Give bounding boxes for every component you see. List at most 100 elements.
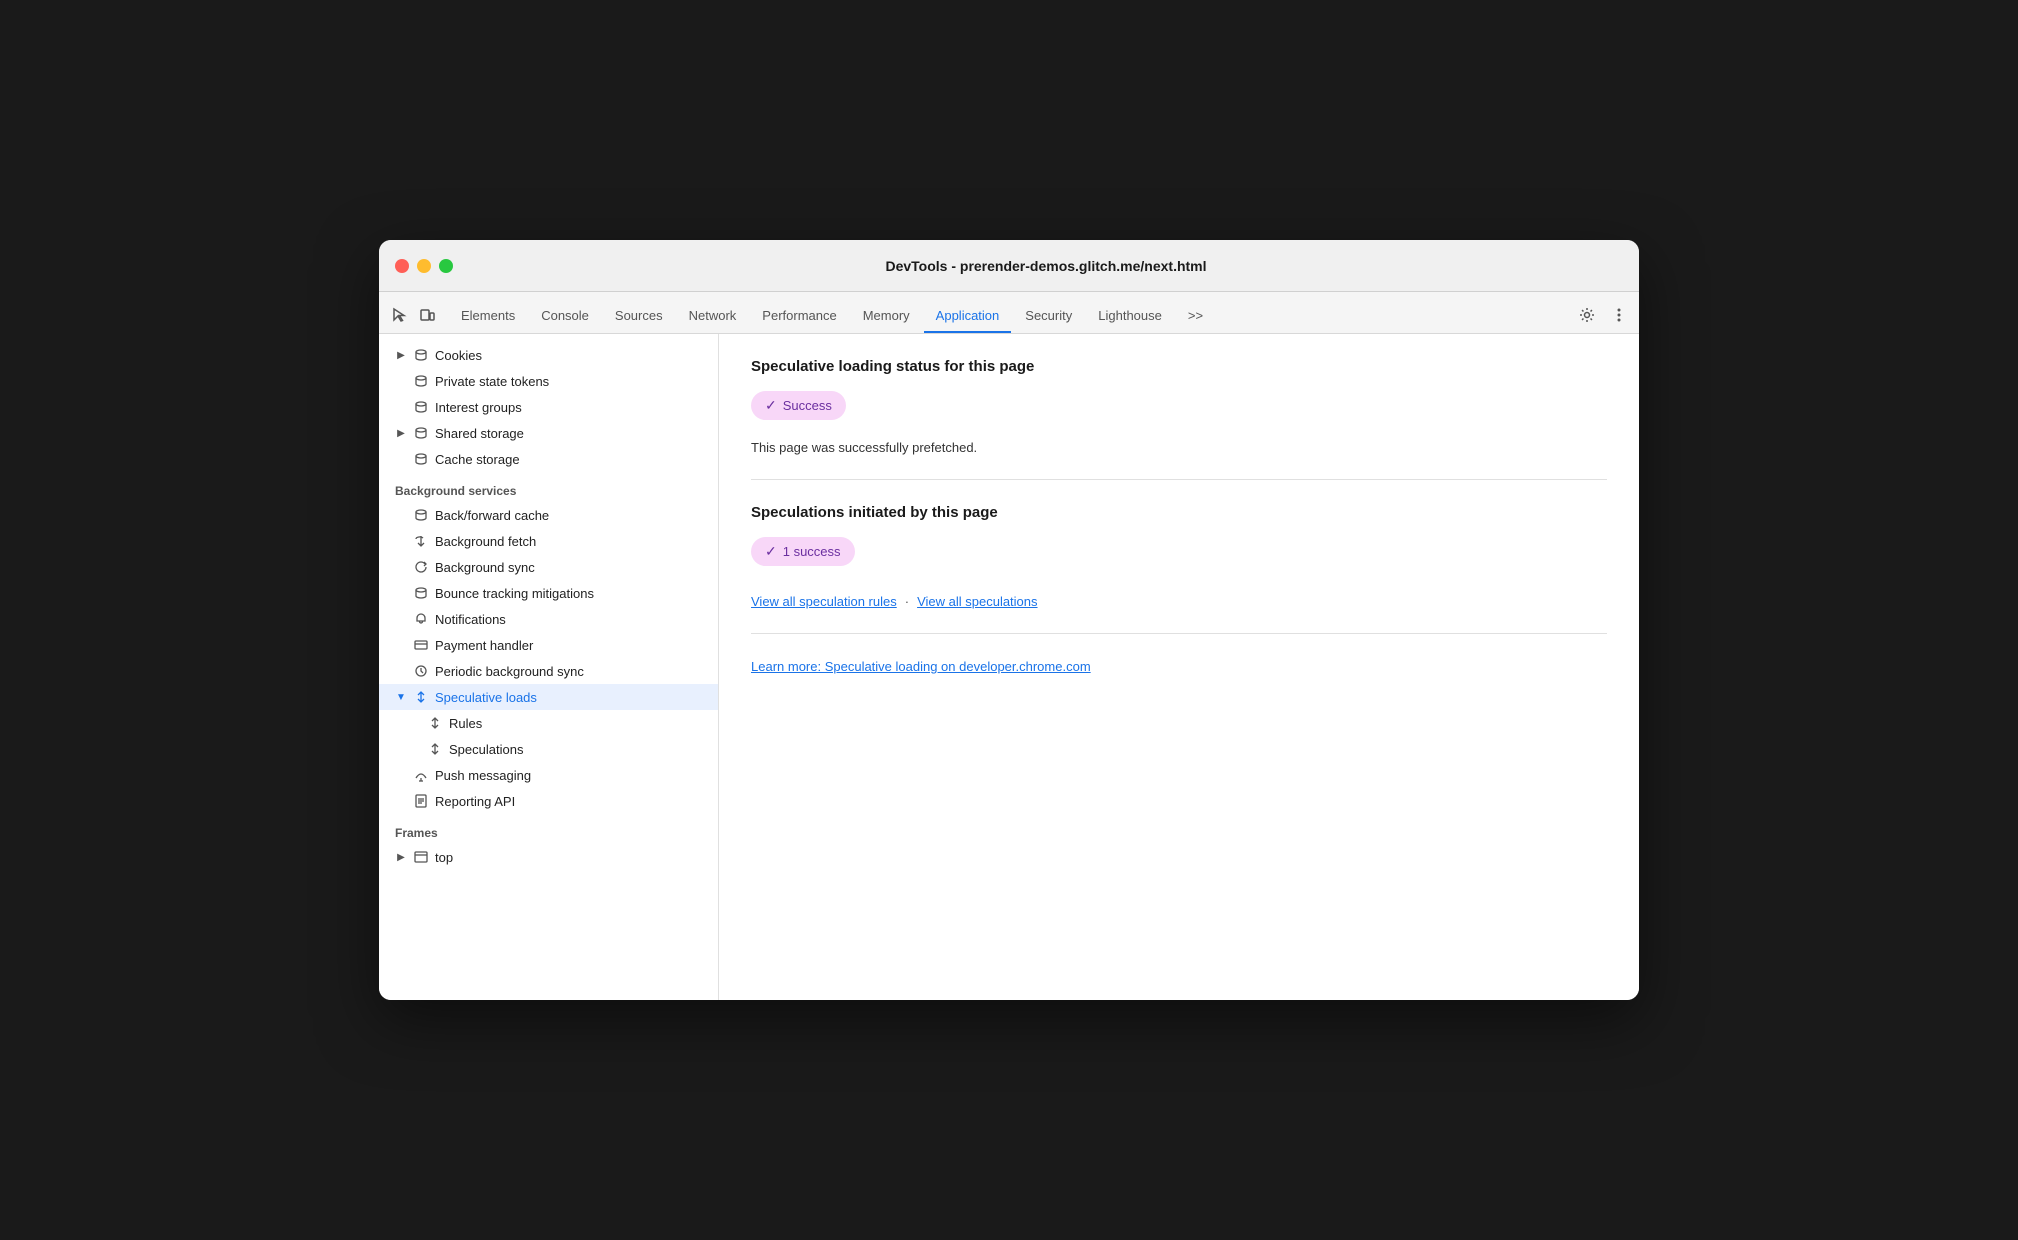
maximize-button[interactable] [439,259,453,273]
frames-label: Frames [379,814,718,844]
notifications-icon [413,611,429,627]
shared-storage-label: Shared storage [435,426,524,441]
background-sync-icon [413,559,429,575]
tab-tool-icons [387,303,439,333]
back-forward-icon [413,507,429,523]
success-badge: ✓ Success [751,391,846,420]
sidebar-item-periodic-background-sync[interactable]: ▶ Periodic background sync [379,658,718,684]
minimize-button[interactable] [417,259,431,273]
sidebar-item-speculative-loads[interactable]: ▼ Speculative loads [379,684,718,710]
speculative-loads-arrow-icon: ▼ [395,691,407,703]
select-element-icon[interactable] [387,303,411,327]
sidebar-item-cookies[interactable]: ▶ Cookies [379,342,718,368]
sidebar-item-rules[interactable]: Rules [379,710,718,736]
sidebar-item-reporting-api[interactable]: ▶ Reporting API [379,788,718,814]
tab-elements[interactable]: Elements [449,300,527,333]
learn-more-section: Learn more: Speculative loading on devel… [751,658,1607,700]
view-all-speculation-rules-link[interactable]: View all speculation rules [751,594,897,609]
sidebar-item-cache-storage[interactable]: ▶ Cache storage [379,446,718,472]
tab-network[interactable]: Network [677,300,749,333]
speculative-loads-label: Speculative loads [435,690,537,705]
rules-label: Rules [449,716,482,731]
interest-groups-label: Interest groups [435,400,522,415]
panel: Speculative loading status for this page… [719,334,1639,1000]
notifications-label: Notifications [435,612,506,627]
frame-icon [413,849,429,865]
cache-storage-icon [413,451,429,467]
tab-more[interactable]: >> [1176,300,1215,333]
rules-icon [427,715,443,731]
main-content: ▶ Cookies ▶ Private st [379,334,1639,1000]
device-toolbar-icon[interactable] [415,303,439,327]
background-fetch-icon [413,533,429,549]
section1-title: Speculative loading status for this page [751,358,1607,375]
cookies-label: Cookies [435,348,482,363]
reporting-api-label: Reporting API [435,794,515,809]
sidebar: ▶ Cookies ▶ Private st [379,334,719,1000]
sidebar-item-back-forward-cache[interactable]: ▶ Back/forward cache [379,502,718,528]
sidebar-item-payment-handler[interactable]: ▶ Payment handler [379,632,718,658]
devtools-window: DevTools - prerender-demos.glitch.me/nex… [379,240,1639,1000]
sidebar-item-background-fetch[interactable]: ▶ Background fetch [379,528,718,554]
top-arrow-icon: ▶ [395,851,407,863]
private-state-label: Private state tokens [435,374,549,389]
tab-console[interactable]: Console [529,300,601,333]
tab-sources[interactable]: Sources [603,300,675,333]
titlebar: DevTools - prerender-demos.glitch.me/nex… [379,240,1639,292]
background-fetch-label: Background fetch [435,534,536,549]
tab-memory[interactable]: Memory [851,300,922,333]
sidebar-item-notifications[interactable]: ▶ Notifications [379,606,718,632]
shared-storage-arrow-icon: ▶ [395,427,407,439]
success-badge-label: Success [783,398,832,413]
background-services-label: Background services [379,472,718,502]
tab-security[interactable]: Security [1013,300,1084,333]
tab-lighthouse[interactable]: Lighthouse [1086,300,1174,333]
sidebar-item-top[interactable]: ▶ top [379,844,718,870]
speculations-icon [427,741,443,757]
tab-performance[interactable]: Performance [750,300,848,333]
link-separator: · [905,594,909,609]
close-button[interactable] [395,259,409,273]
traffic-lights [395,259,453,273]
tabbar: Elements Console Sources Network Perform… [379,292,1639,334]
speculative-loading-status-section: Speculative loading status for this page… [751,358,1607,480]
one-success-check-icon: ✓ [765,543,777,560]
periodic-sync-icon [413,663,429,679]
periodic-sync-label: Periodic background sync [435,664,584,679]
view-all-speculations-link[interactable]: View all speculations [917,594,1037,609]
background-sync-label: Background sync [435,560,535,575]
bounce-tracking-icon [413,585,429,601]
more-options-icon[interactable] [1607,303,1631,327]
sidebar-item-push-messaging[interactable]: ▶ Push messaging [379,762,718,788]
sidebar-item-bounce-tracking[interactable]: ▶ Bounce tracking mitigations [379,580,718,606]
one-success-badge: ✓ 1 success [751,537,855,566]
sidebar-item-private-state-tokens[interactable]: ▶ Private state tokens [379,368,718,394]
speculative-loads-icon [413,689,429,705]
tab-right-icons [1575,303,1631,333]
bounce-tracking-label: Bounce tracking mitigations [435,586,594,601]
expand-arrow-icon: ▶ [395,349,407,361]
success-check-icon: ✓ [765,397,777,414]
one-success-badge-label: 1 success [783,544,841,559]
window-title: DevTools - prerender-demos.glitch.me/nex… [469,258,1623,274]
push-messaging-label: Push messaging [435,768,531,783]
cookies-icon [413,347,429,363]
section1-description: This page was successfully prefetched. [751,440,1607,455]
tab-application[interactable]: Application [924,300,1012,333]
settings-icon[interactable] [1575,303,1599,327]
cache-storage-label: Cache storage [435,452,520,467]
top-label: top [435,850,453,865]
speculations-label: Speculations [449,742,523,757]
section2-title: Speculations initiated by this page [751,504,1607,521]
push-messaging-icon [413,767,429,783]
sidebar-item-interest-groups[interactable]: ▶ Interest groups [379,394,718,420]
reporting-api-icon [413,793,429,809]
links-row: View all speculation rules · View all sp… [751,594,1607,609]
sidebar-item-shared-storage[interactable]: ▶ Shared storage [379,420,718,446]
learn-more-link[interactable]: Learn more: Speculative loading on devel… [751,659,1091,674]
shared-storage-icon [413,425,429,441]
sidebar-item-background-sync[interactable]: ▶ Background sync [379,554,718,580]
sidebar-item-speculations[interactable]: Speculations [379,736,718,762]
speculations-initiated-section: Speculations initiated by this page ✓ 1 … [751,504,1607,634]
interest-groups-icon [413,399,429,415]
